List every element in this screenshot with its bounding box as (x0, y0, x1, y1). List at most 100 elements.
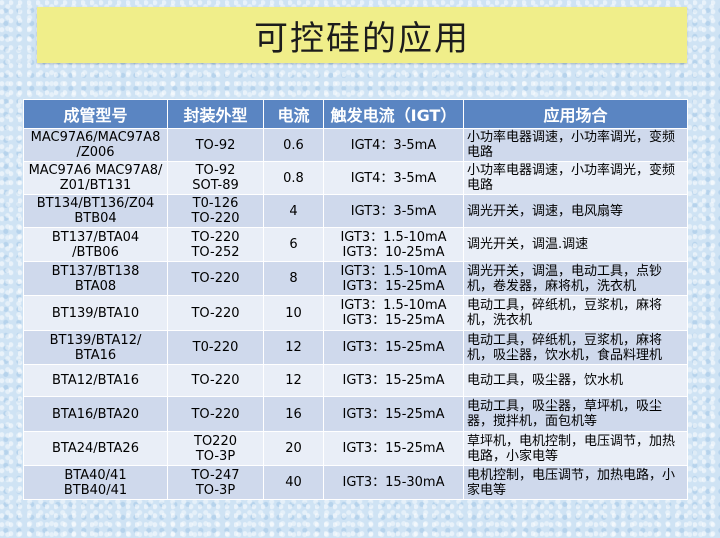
cell-application: 调光开关，调温.调速 (463, 227, 688, 262)
page-title: 可控硅的应用 (254, 18, 470, 59)
table-row: BT139/BTA10 TO-220 10 IGT3：1.5-10mA IGT3：15-… (23, 295, 688, 331)
header-model: 成管型号 (23, 99, 168, 129)
trigger-current-line: IGT3：1.5-10mA (340, 263, 447, 279)
cell-application: 电动工具，碎纸机，豆浆机，麻将机，洗衣机 (463, 295, 688, 331)
thyristor-application-table: 成管型号 封装外型 电流 触发电流（IGT） 应用场合 MAC97A6/MAC9… (23, 99, 688, 500)
cell-current: 0.6 (263, 128, 324, 162)
trigger-current-line: IGT4：3-5mA (350, 170, 437, 186)
cell-current: 12 (263, 330, 324, 365)
cell-package: TO-92 (167, 128, 264, 162)
cell-current: 20 (263, 431, 324, 466)
package-line: TO-220 (191, 373, 240, 388)
cell-model: BTA12/BTA16 (23, 364, 168, 397)
table-row: BT137/BTA04/BTB06 TO-220 TO-252 6 IGT3：1.5-1… (23, 227, 688, 262)
cell-model: MAC97A6 MAC97A8/Z01/BT131 (23, 161, 168, 195)
trigger-current-line: IGT3：15-25mA (342, 406, 445, 422)
package-line: TO-220 (191, 229, 240, 245)
model-line: BTA24/BTA26 (52, 441, 139, 456)
trigger-current-line: IGT3：1.5-10mA (340, 298, 447, 313)
cell-current: 4 (263, 194, 324, 228)
table-row: BT134/BT136/Z04 BTB04 T0-126 TO-220 4 IGT3：3-… (23, 194, 688, 228)
cell-package: TO-220 TO-252 (167, 227, 264, 262)
cell-trigger-current: IGT3：15-25mA (323, 431, 464, 466)
table-row: BTA12/BTA16 TO-220 12 IGT3：15-25mA 电动工具，吸尘器，… (23, 364, 688, 397)
header-current: 电流 (263, 99, 324, 129)
package-line: TO-220 (191, 305, 240, 321)
trigger-current-line: IGT3：1.5-10mA (340, 229, 447, 245)
cell-trigger-current: IGT4：3-5mA (323, 128, 464, 162)
cell-model: BTA40/41 BTB40/41 (23, 465, 168, 500)
trigger-current-line: IGT3：15-25mA (342, 340, 445, 355)
package-line: TO-252 (191, 244, 240, 260)
trigger-current-line: IGT3：15-25mA (342, 373, 445, 388)
table-row: BTA16/BTA20 TO-220 16 IGT3：15-25mA 电动工具，吸尘器，… (23, 396, 688, 432)
cell-package: T0-220 (167, 330, 264, 365)
model-line: /Z006 (76, 145, 115, 160)
cell-package: TO220 TO-3P (167, 431, 264, 466)
cell-package: TO-220 (167, 261, 264, 296)
header-application: 应用场合 (463, 99, 688, 129)
model-line: BTB04 (74, 211, 117, 226)
package-line: TO-220 (191, 271, 240, 286)
cell-current: 12 (263, 364, 324, 397)
model-line: MAC97A6 MAC97A8/ (28, 163, 163, 178)
table-header-row: 成管型号 封装外型 电流 触发电流（IGT） 应用场合 (23, 99, 688, 129)
cell-trigger-current: IGT3：3-5mA (323, 194, 464, 228)
model-line: /BTB06 (72, 244, 119, 260)
cell-model: BT134/BT136/Z04 BTB04 (23, 194, 168, 228)
cell-trigger-current: IGT3：1.5-10mA IGT3：15-25mA (323, 295, 464, 331)
cell-package: TO-220 (167, 295, 264, 331)
cell-model: MAC97A6/MAC97A8/Z006 (23, 128, 168, 162)
cell-application: 电机控制，电压调节，加热电路，小家电等 (463, 465, 688, 500)
cell-model: BT137/BTA04/BTB06 (23, 227, 168, 262)
cell-current: 10 (263, 295, 324, 331)
cell-current: 6 (263, 227, 324, 262)
table-row: BT139/BTA12/BTA16 T0-220 12 IGT3：15-25mA 电动工… (23, 330, 688, 365)
header-package: 封装外型 (167, 99, 264, 129)
package-line: TO-3P (195, 482, 236, 498)
model-line: BT134/BT136/Z04 (36, 196, 155, 211)
cell-model: BT139/BTA12/BTA16 (23, 330, 168, 365)
package-line: T0-220 (192, 340, 239, 355)
table-body: MAC97A6/MAC97A8/Z006 TO-92 0.6 IGT4：3-5mA 小功… (23, 128, 688, 500)
cell-trigger-current: IGT3：15-25mA (323, 330, 464, 365)
cell-package: TO-220 (167, 364, 264, 397)
table-row: BT137/BT138 BTA08 TO-220 8 IGT3：1.5-10mA IGT3… (23, 261, 688, 296)
cell-application: 电动工具，吸尘器，草坪机，吸尘器，搅拌机，面包机等 (463, 396, 688, 432)
trigger-current-line: IGT4：3-5mA (350, 137, 437, 153)
table-row: BTA40/41 BTB40/41 TO-247 TO-3P 40 IGT3：15-30m… (23, 465, 688, 500)
trigger-current-line: IGT3：15-25mA (342, 313, 445, 328)
trigger-current-line: IGT3：3-5mA (350, 203, 437, 219)
model-line: BTB40/41 (63, 482, 128, 498)
model-line: BTA16 (74, 347, 117, 363)
cell-model: BT137/BT138 BTA08 (23, 261, 168, 296)
package-line: TO-92 (195, 163, 236, 178)
cell-current: 16 (263, 396, 324, 432)
cell-package: TO-220 (167, 396, 264, 432)
cell-application: 电动工具，碎纸机，豆浆机，麻将机，吸尘器，饮水机，食品料理机 (463, 330, 688, 365)
package-line: TO-220 (191, 211, 240, 226)
table-row: MAC97A6/MAC97A8/Z006 TO-92 0.6 IGT4：3-5mA 小功… (23, 128, 688, 162)
cell-current: 8 (263, 261, 324, 296)
trigger-current-line: IGT3：10-25mA (342, 244, 445, 260)
title-banner: 可控硅的应用 (37, 7, 687, 63)
trigger-current-line: IGT3：15-30mA (342, 475, 445, 490)
cell-application: 草坪机，电机控制，电压调节，加热电路，小家电等 (463, 431, 688, 466)
cell-trigger-current: IGT3：15-25mA (323, 364, 464, 397)
cell-trigger-current: IGT3：1.5-10mA IGT3：10-25mA (323, 227, 464, 262)
model-line: Z01/BT131 (59, 178, 132, 193)
cell-model: BTA16/BTA20 (23, 396, 168, 432)
model-line: BT139/BTA10 (51, 305, 140, 321)
cell-package: TO-247 TO-3P (167, 465, 264, 500)
cell-application: 电动工具，吸尘器，饮水机 (463, 364, 688, 397)
table-row: MAC97A6 MAC97A8/Z01/BT131 TO-92 SOT-89 0.8 I… (23, 161, 688, 195)
cell-package: TO-92 SOT-89 (167, 161, 264, 195)
model-line: BT137/BTA04 (51, 229, 140, 245)
model-line: BT139/BTA12/ (49, 332, 142, 348)
cell-application: 调光开关，调速，电风扇等 (463, 194, 688, 228)
model-line: BT137/BT138 (51, 263, 140, 279)
cell-application: 小功率电器调速，小功率调光，变频电路 (463, 161, 688, 195)
trigger-current-line: IGT3：15-25mA (342, 441, 445, 456)
cell-model: BT139/BTA10 (23, 295, 168, 331)
model-line: BTA12/BTA16 (52, 373, 139, 388)
